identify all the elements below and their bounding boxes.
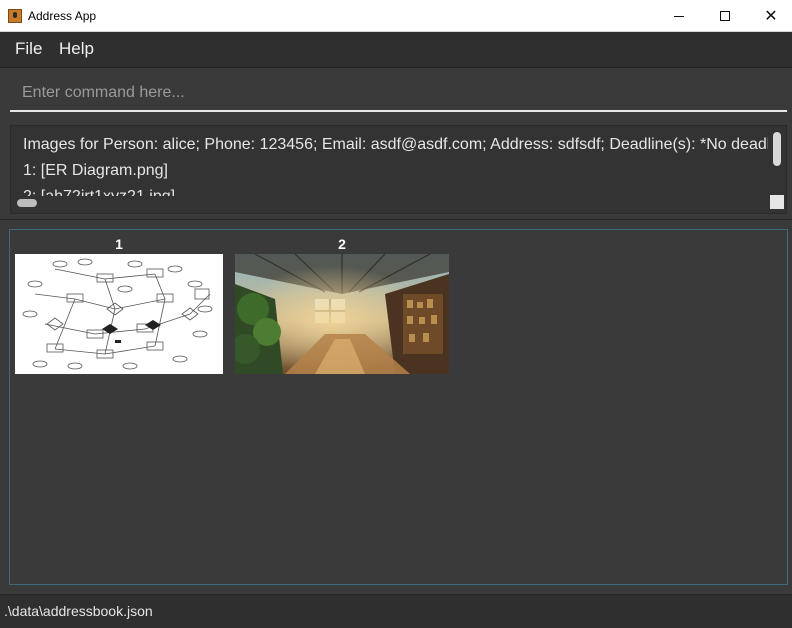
result-text: Images for Person: alice; Phone: 123456;… <box>23 132 768 196</box>
command-box <box>0 68 792 120</box>
save-location: .\data\addressbook.json <box>4 603 153 619</box>
menu-bar: File Help <box>0 32 792 68</box>
window-title-bar: Address App ✕ <box>0 0 792 32</box>
horizontal-scrollbar[interactable] <box>17 199 37 207</box>
result-line: Images for Person: alice; Phone: 123456;… <box>23 136 768 153</box>
minimize-button[interactable] <box>656 0 702 32</box>
vertical-scrollbar[interactable] <box>773 132 781 166</box>
er-diagram-thumbnail[interactable] <box>15 254 223 374</box>
status-bar: .\data\addressbook.json <box>0 594 792 628</box>
window-title: Address App <box>28 9 97 23</box>
image-gallery: 1 2 <box>9 229 788 585</box>
close-button[interactable]: ✕ <box>748 0 792 32</box>
minimize-icon <box>674 15 684 17</box>
greenhouse-artwork-thumbnail[interactable] <box>235 254 449 374</box>
image-gallery-panel: 1 2 <box>0 220 792 594</box>
gallery-tile[interactable]: 2 <box>235 235 449 374</box>
scrollbar-corner <box>770 195 784 209</box>
app-icon <box>8 9 22 23</box>
gallery-tile[interactable]: 1 <box>15 235 223 374</box>
result-display[interactable]: Images for Person: alice; Phone: 123456;… <box>10 125 787 214</box>
image-index: 2 <box>338 236 346 252</box>
maximize-icon <box>720 11 730 21</box>
menu-file[interactable]: File <box>15 39 42 59</box>
close-icon: ✕ <box>764 6 778 25</box>
result-display-panel: Images for Person: alice; Phone: 123456;… <box>0 120 792 220</box>
result-line: 1: [ER Diagram.png] <box>23 162 168 179</box>
maximize-button[interactable] <box>702 0 748 32</box>
result-line: 2: [ah72jrt1xyz21.jpg] <box>23 184 768 196</box>
menu-help[interactable]: Help <box>59 39 94 59</box>
command-input[interactable] <box>10 76 787 112</box>
image-index: 1 <box>115 236 123 252</box>
